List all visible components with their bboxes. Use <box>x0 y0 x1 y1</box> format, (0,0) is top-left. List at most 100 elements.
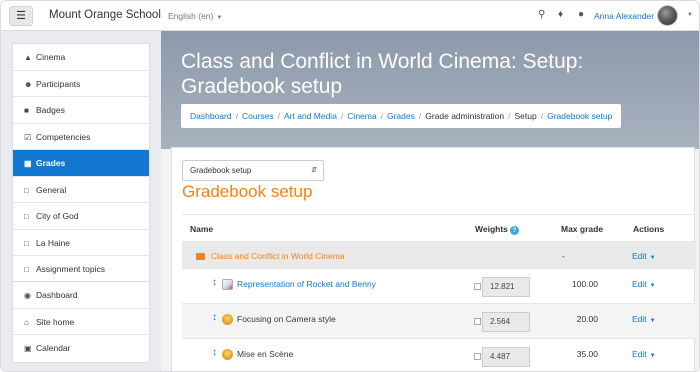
bell-icon[interactable]: ♦ <box>558 9 563 20</box>
edit-label: Edit <box>632 279 647 289</box>
folder-icon: □ <box>24 185 29 195</box>
sidebar-item-site-home[interactable]: ⌂ Site home <box>13 309 149 335</box>
site-name-link[interactable]: Mount Orange School <box>49 9 161 21</box>
home-icon: ⌂ <box>24 317 29 327</box>
users-icon: ☻ <box>24 79 33 89</box>
nav-drawer: ▲ Cinema ☻ Participants ■ Badges ☑ Competenc… <box>1 31 161 371</box>
language-menu[interactable]: English (en) ▼ <box>168 11 222 21</box>
caret-down-icon: ▼ <box>649 318 656 324</box>
avatar[interactable] <box>657 5 678 26</box>
edit-label: Edit <box>632 251 647 261</box>
main-region: Gradebook setup ⇵ Gradebook setup Name We… <box>171 147 696 371</box>
quiz-icon <box>222 349 233 360</box>
breadcrumb-link[interactable]: Cinema <box>347 111 376 121</box>
caret-down-icon: ▼ <box>649 255 656 261</box>
sidebar-item-cinema[interactable]: ▲ Cinema <box>13 44 149 71</box>
grade-item-link[interactable]: Representation of Rocket and Benny <box>237 279 376 289</box>
graduation-cap-icon: ▲ <box>24 53 32 62</box>
table-row: ↕ Representation of Rocket and Benny 12.… <box>182 268 696 303</box>
sidebar-item-grades[interactable]: ▦ Grades <box>13 150 149 177</box>
sidebar-item-dashboard[interactable]: ◉ Dashboard <box>13 282 149 309</box>
message-icon[interactable]: ● <box>578 9 584 20</box>
breadcrumb-text: Setup <box>514 111 537 121</box>
folder-icon: □ <box>24 212 29 221</box>
sidebar-item-badges[interactable]: ■ Badges <box>13 97 149 124</box>
folder-icon <box>196 253 205 260</box>
caret-down-icon: ▼ <box>216 15 223 21</box>
breadcrumb-link[interactable]: Gradebook setup <box>547 111 612 121</box>
edit-menu[interactable]: Edit ▼ <box>632 251 656 261</box>
move-icon[interactable]: ↕ <box>212 347 217 358</box>
sidebar-item-label: La Haine <box>36 237 71 248</box>
breadcrumb-separator: / <box>418 111 422 121</box>
move-icon[interactable]: ↕ <box>212 312 217 323</box>
assignment-icon <box>222 279 233 290</box>
sidebar-item-label: Assignment topics <box>36 264 105 274</box>
select-arrows-icon: ⇵ <box>311 167 317 174</box>
column-header-weights: Weights? <box>475 224 519 235</box>
weight-input[interactable]: 12.821 <box>482 277 530 297</box>
shield-icon: ■ <box>24 106 29 115</box>
sidebar-item-label: Site home <box>36 316 75 327</box>
grade-item-name: Mise en Scène <box>237 349 294 359</box>
breadcrumb-separator: / <box>380 111 383 121</box>
hamburger-icon[interactable]: ☰ <box>9 6 33 26</box>
checkbox-icon: ☑ <box>24 132 32 142</box>
column-header-name: Name <box>190 224 214 234</box>
max-grade-value: 20.00 <box>576 314 598 324</box>
column-header-actions: Actions <box>633 224 665 234</box>
breadcrumb-separator: / <box>235 111 238 121</box>
table-row: ↕ Focusing on Camera style 2.564 20.00 E… <box>182 303 696 338</box>
sidebar-item-label: General <box>36 184 67 195</box>
top-navbar: ☰ Mount Orange School English (en) ▼ ⚲ ♦ … <box>1 1 699 31</box>
caret-down-icon[interactable]: ▼ <box>687 12 693 18</box>
sidebar-item-city-of-god[interactable]: □ City of God <box>13 203 149 230</box>
table-icon: ▦ <box>24 159 32 168</box>
column-header-max-grade: Max grade <box>561 224 604 234</box>
breadcrumb-text: Grade administration <box>425 111 505 121</box>
site-nav-block: ◉ Dashboard ⌂ Site home ▣ Calendar <box>12 281 150 363</box>
sidebar-item-label: Calendar <box>36 343 71 353</box>
edit-menu[interactable]: Edit ▼ <box>632 349 656 359</box>
sidebar-item-label: City of God <box>36 211 79 221</box>
breadcrumb-link[interactable]: Grades <box>387 111 415 121</box>
dashboard-icon: ◉ <box>24 291 31 300</box>
calendar-icon: ▣ <box>24 344 32 353</box>
edit-menu[interactable]: Edit ▼ <box>632 279 656 289</box>
breadcrumb-separator: / <box>508 111 511 121</box>
sidebar-item-label: Cinema <box>36 52 66 62</box>
weight-override-checkbox[interactable] <box>474 353 481 360</box>
breadcrumb-separator: / <box>340 111 344 121</box>
sidebar-item-calendar[interactable]: ▣ Calendar <box>13 335 149 362</box>
sidebar-item-competencies[interactable]: ☑ Competencies <box>13 124 149 150</box>
edit-label: Edit <box>632 314 647 324</box>
sidebar-item-la-haine[interactable]: □ La Haine <box>13 230 149 256</box>
move-icon[interactable]: ↕ <box>212 277 217 288</box>
breadcrumb-link[interactable]: Art and Media <box>284 111 337 121</box>
edit-menu[interactable]: Edit ▼ <box>632 314 656 324</box>
user-menu-name[interactable]: Anna Alexander <box>594 11 654 21</box>
help-icon[interactable]: ? <box>509 226 519 235</box>
weight-override-checkbox[interactable] <box>474 283 481 290</box>
sidebar-item-general[interactable]: □ General <box>13 177 149 203</box>
sidebar-item-participants[interactable]: ☻ Participants <box>13 71 149 97</box>
breadcrumb-separator: / <box>540 111 544 121</box>
weight-input[interactable]: 2.564 <box>482 312 530 332</box>
report-selector[interactable]: Gradebook setup ⇵ <box>182 160 324 181</box>
weight-override-checkbox[interactable] <box>474 318 481 325</box>
category-name: Class and Conflict in World Cinema <box>211 251 345 261</box>
search-icon[interactable]: ⚲ <box>538 9 545 20</box>
breadcrumb-link[interactable]: Dashboard <box>190 111 232 121</box>
category-name-cell: Class and Conflict in World Cinema <box>196 251 345 261</box>
sidebar-item-assignment-topics[interactable]: □ Assignment topics <box>13 256 149 283</box>
language-label: English (en) <box>168 11 214 21</box>
report-selector-value: Gradebook setup <box>190 166 252 175</box>
category-max-grade: - <box>562 251 565 261</box>
column-header-weights-label: Weights <box>475 224 508 234</box>
breadcrumb-separator: / <box>277 111 280 121</box>
course-nav-block: ▲ Cinema ☻ Participants ■ Badges ☑ Competenc… <box>12 43 150 284</box>
edit-label: Edit <box>632 349 647 359</box>
breadcrumb-link[interactable]: Courses <box>242 111 274 121</box>
page-title: Class and Conflict in World Cinema: Setu… <box>181 50 584 98</box>
weight-input[interactable]: 4.487 <box>482 347 530 367</box>
